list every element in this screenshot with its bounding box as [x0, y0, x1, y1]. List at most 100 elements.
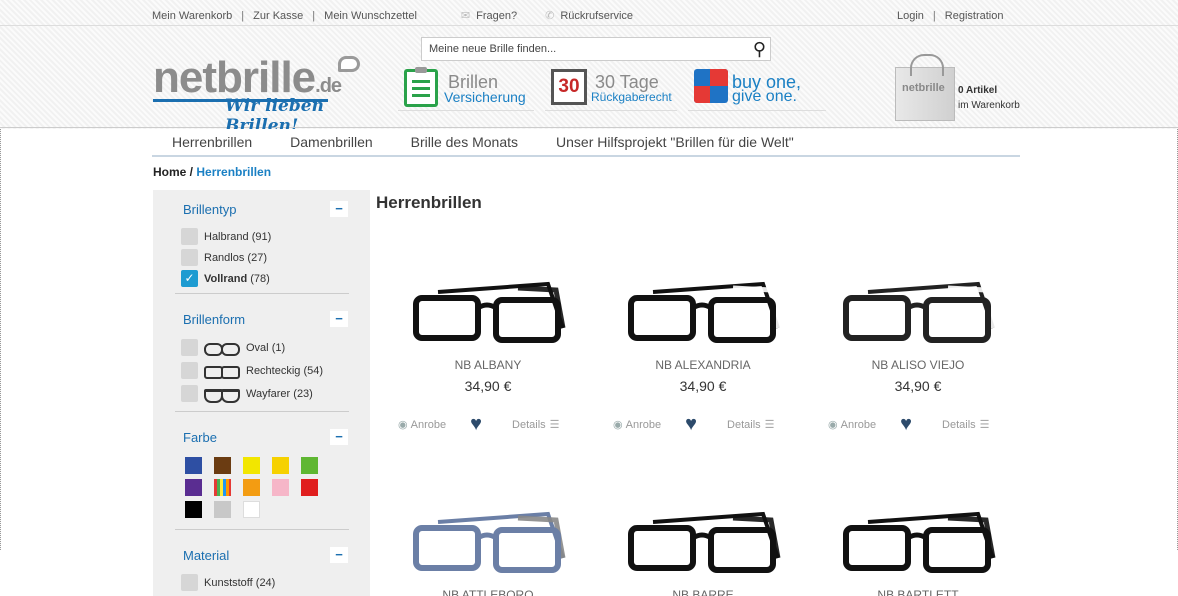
product-name[interactable]: NB BARTLETT: [828, 588, 1008, 596]
link-zur-kasse[interactable]: Zur Kasse: [253, 10, 303, 22]
eye-icon[interactable]: ◉: [398, 418, 408, 431]
shopping-bag-icon: netbrille: [895, 54, 955, 121]
product-name[interactable]: NB ALEXANDRIA: [613, 358, 793, 372]
color-swatch[interactable]: [214, 479, 231, 496]
product-name[interactable]: NB ATTLEBORO: [398, 588, 578, 596]
heart-icon[interactable]: ♥: [685, 413, 697, 436]
option-count: (54): [303, 364, 324, 377]
link-rueckrufservice[interactable]: Rückrufservice: [560, 10, 633, 22]
filter-option-vollrand[interactable]: ✓ Vollrand (78): [181, 270, 270, 287]
nav-brille-des-monats[interactable]: Brille des Monats: [411, 134, 518, 150]
rectangular-glasses-icon: [204, 365, 240, 379]
option-label: Rechteckig: [246, 364, 301, 377]
filter-option-kunststoff[interactable]: Kunststoff (24): [181, 574, 275, 591]
checkbox[interactable]: [181, 339, 198, 356]
checkbox[interactable]: [181, 249, 198, 266]
product-image[interactable]: [828, 498, 1008, 588]
option-count: (78): [250, 272, 270, 285]
checkbox[interactable]: [181, 385, 198, 402]
product-image[interactable]: [828, 268, 1008, 358]
usp-versicherung[interactable]: Brillen Versicherung: [398, 67, 534, 111]
checkbox-checked[interactable]: ✓: [181, 270, 198, 287]
checkbox[interactable]: [181, 362, 198, 379]
usp-rueckgabe[interactable]: 30 30 Tage Rückgaberecht: [545, 67, 677, 111]
color-swatch[interactable]: [272, 479, 289, 496]
filter-sidebar: Brillentyp − Halbrand (91) Randlos (27) …: [153, 190, 370, 596]
filter-option-halbrand[interactable]: Halbrand (91): [181, 228, 271, 245]
link-login[interactable]: Login: [897, 10, 924, 22]
product-price: 34,90 €: [679, 378, 727, 394]
product-image[interactable]: [398, 268, 578, 358]
color-swatch[interactable]: [243, 501, 260, 518]
site-logo[interactable]: netbrille.de Wir lieben Brillen!: [153, 56, 373, 136]
color-swatch[interactable]: [243, 479, 260, 496]
color-swatch[interactable]: [185, 457, 202, 474]
filter-option-wayfarer[interactable]: Wayfarer (23): [181, 385, 313, 403]
filter-option-oval[interactable]: Oval (1): [181, 339, 285, 356]
color-swatch[interactable]: [301, 457, 318, 474]
breadcrumb-home[interactable]: Home: [153, 165, 186, 179]
cart-button[interactable]: netbrille: [893, 54, 963, 121]
divider: [175, 529, 349, 530]
filter-option-randlos[interactable]: Randlos (27): [181, 249, 267, 266]
breadcrumb-sep: /: [186, 165, 197, 179]
link-wunschzettel[interactable]: Mein Wunschzettel: [324, 10, 417, 22]
filter-option-rechteckig[interactable]: Rechteckig (54): [181, 362, 323, 379]
clipboard-icon: [404, 67, 438, 107]
color-swatch[interactable]: [272, 457, 289, 474]
color-swatch[interactable]: [185, 479, 202, 496]
option-label: Wayfarer: [246, 387, 291, 400]
product-image[interactable]: [613, 498, 793, 588]
nav-herrenbrillen[interactable]: Herrenbrillen: [172, 134, 252, 150]
nav-hilfsprojekt[interactable]: Unser Hilfsprojekt "Brillen für die Welt…: [556, 134, 794, 150]
collapse-brillentyp-button[interactable]: −: [330, 201, 348, 217]
usp-buy-one-give-one[interactable]: buy one, give one.: [688, 67, 826, 111]
collapse-brillenform-button[interactable]: −: [330, 311, 348, 327]
option-count: (27): [247, 251, 267, 264]
link-registration[interactable]: Registration: [945, 10, 1004, 22]
eye-icon[interactable]: ◉: [613, 418, 623, 431]
product-name[interactable]: NB ALISO VIEJO: [828, 358, 1008, 372]
checkbox[interactable]: [181, 228, 198, 245]
anrobe-button[interactable]: Anrobe: [626, 419, 661, 431]
product-name[interactable]: NB ALBANY: [398, 358, 578, 372]
search-placeholder: Meine neue Brille finden...: [429, 43, 557, 55]
collapse-material-button[interactable]: −: [330, 547, 348, 563]
nav-damenbrillen[interactable]: Damenbrillen: [290, 134, 372, 150]
details-button[interactable]: Details: [942, 419, 976, 431]
anrobe-button[interactable]: Anrobe: [411, 419, 446, 431]
oval-glasses-icon: [204, 342, 240, 356]
filter-title-brillenform[interactable]: Brillenform: [183, 312, 245, 327]
eye-icon[interactable]: ◉: [828, 418, 838, 431]
list-icon: ☰: [979, 419, 990, 431]
cart-summary[interactable]: 0 Artikel im Warenkorb: [958, 83, 1020, 113]
breadcrumb: Home / Herrenbrillen: [153, 165, 271, 179]
details-button[interactable]: Details: [512, 419, 546, 431]
option-label: Halbrand: [204, 230, 249, 243]
product-image[interactable]: [398, 498, 578, 588]
link-warenkorb[interactable]: Mein Warenkorb: [152, 10, 232, 22]
color-swatch[interactable]: [214, 501, 231, 518]
product-name[interactable]: NB BARRE: [613, 588, 793, 596]
color-swatch[interactable]: [301, 479, 318, 496]
main-nav: Herrenbrillen Damenbrillen Brille des Mo…: [152, 129, 1020, 157]
cart-sub: im Warenkorb: [958, 100, 1020, 111]
product-image[interactable]: [613, 268, 793, 358]
checkbox[interactable]: [181, 574, 198, 591]
filter-title-farbe[interactable]: Farbe: [183, 430, 217, 445]
search-input[interactable]: Meine neue Brille finden... ⚲: [421, 37, 771, 61]
phone-icon: ✆: [545, 10, 555, 22]
search-icon[interactable]: ⚲: [753, 39, 766, 60]
anrobe-button[interactable]: Anrobe: [841, 419, 876, 431]
filter-title-brillentyp[interactable]: Brillentyp: [183, 202, 236, 217]
heart-icon[interactable]: ♥: [470, 413, 482, 436]
list-icon: ☰: [549, 419, 560, 431]
collapse-farbe-button[interactable]: −: [330, 429, 348, 445]
color-swatch[interactable]: [214, 457, 231, 474]
filter-title-material[interactable]: Material: [183, 548, 229, 563]
link-fragen[interactable]: Fragen?: [476, 10, 517, 22]
details-button[interactable]: Details: [727, 419, 761, 431]
color-swatch[interactable]: [185, 501, 202, 518]
heart-icon[interactable]: ♥: [900, 413, 912, 436]
color-swatch[interactable]: [243, 457, 260, 474]
